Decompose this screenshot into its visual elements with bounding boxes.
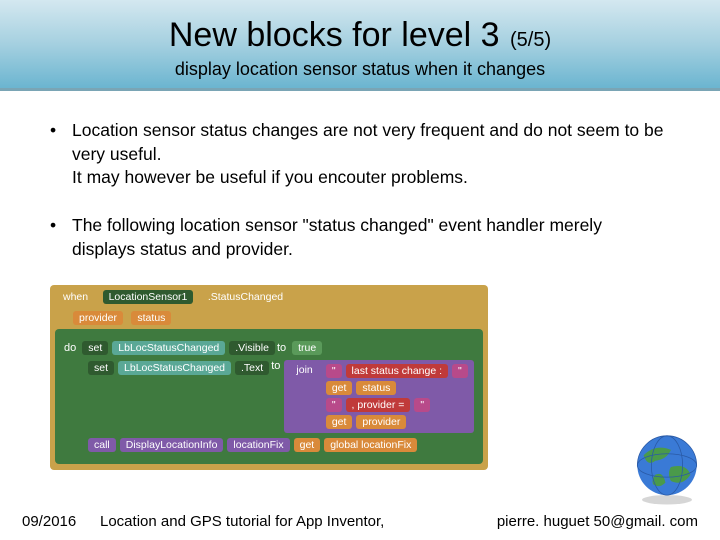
param-status: status [131,311,171,325]
when-keyword: when [57,290,94,304]
string-quote: " [414,398,430,412]
title-line: New blocks for level 3 (5/5) [0,16,720,55]
footer-date: 09/2016 [22,513,100,530]
footer-email: pierre. huguet 50@gmail. com [497,513,698,530]
slide-subtitle: display location sensor status when it c… [0,59,720,80]
bullet-dot: • [50,119,72,190]
set-keyword: set [82,341,108,355]
string-literal: last status change : [346,364,448,378]
join-keyword: join [290,363,318,377]
set-prop: .Visible [229,341,275,355]
get-var: provider [356,415,406,429]
get-keyword: get [326,415,353,429]
get-var: status [356,381,396,395]
to-keyword: to [277,342,286,354]
set-keyword: set [88,361,114,375]
slide-page-indicator: (5/5) [504,29,551,51]
footer-title: Location and GPS tutorial for App Invent… [100,513,497,530]
string-literal: , provider = [346,398,411,412]
set-target: LbLocStatusChanged [112,341,225,355]
true-value: true [292,341,322,355]
code-blocks-image: when LocationSensor1 .StatusChanged prov… [50,285,630,470]
join-block: join "last status change :" getstatus ",… [284,360,473,433]
get-keyword: get [326,381,353,395]
get-keyword: get [294,438,321,452]
bullet-dot: • [50,214,72,261]
call-proc: DisplayLocationInfo [120,438,224,452]
globe-icon [628,428,706,506]
bullet-text: Location sensor status changes are not v… [72,119,670,190]
bullet-item: • The following location sensor "status … [50,214,686,261]
slide-footer: 09/2016 Location and GPS tutorial for Ap… [0,513,720,530]
bullet-item: • Location sensor status changes are not… [50,119,686,190]
event-block: when LocationSensor1 .StatusChanged prov… [50,285,488,470]
string-quote: " [326,398,342,412]
slide-header: New blocks for level 3 (5/5) display loc… [0,0,720,91]
event-name: .StatusChanged [202,290,289,304]
set-target: LbLocStatusChanged [118,361,231,375]
component-name: LocationSensor1 [103,290,194,304]
call-arg: locationFix [227,438,289,452]
param-provider: provider [73,311,123,325]
slide-title: New blocks for level 3 [169,16,500,54]
slide-content: • Location sensor status changes are not… [0,91,720,261]
string-quote: " [326,364,342,378]
call-keyword: call [88,438,116,452]
to-keyword: to [271,360,280,372]
global-var: global locationFix [324,438,417,452]
do-keyword: do [64,342,76,354]
string-quote: " [452,364,468,378]
set-prop: .Text [235,361,269,375]
bullet-text: The following location sensor "status ch… [72,214,670,261]
do-body: do set LbLocStatusChanged .Visible to tr… [55,329,483,464]
